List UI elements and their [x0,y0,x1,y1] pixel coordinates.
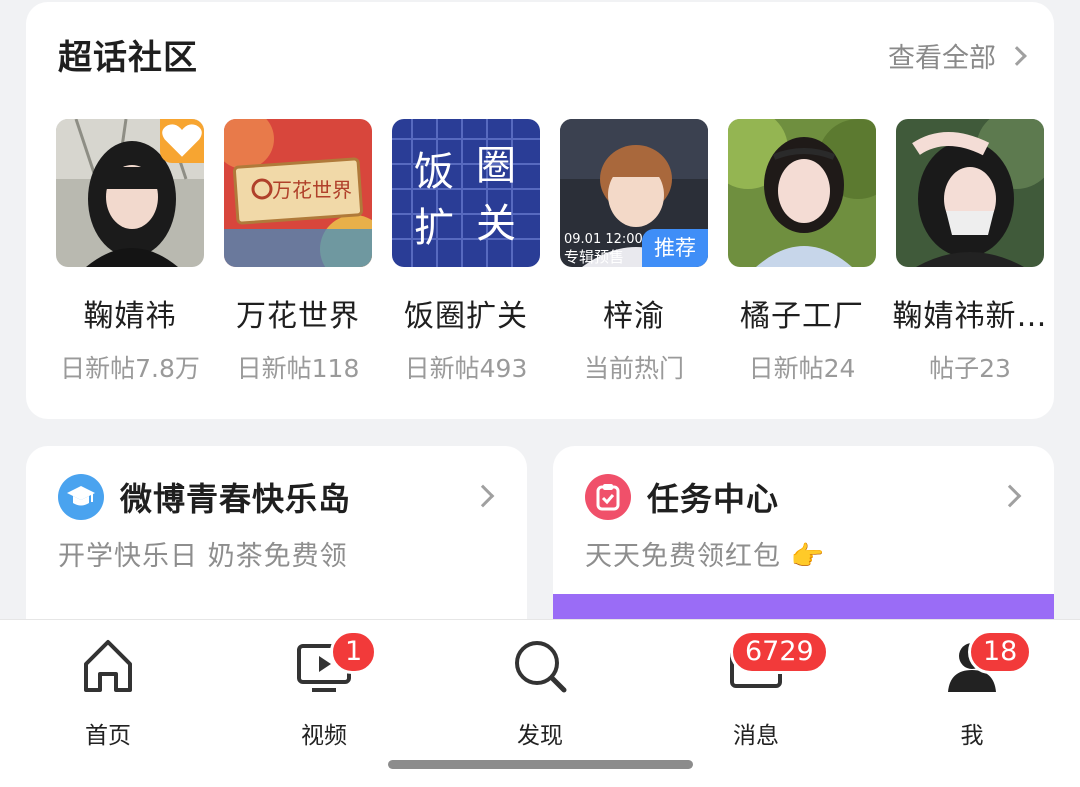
weibo-discover-page: 超话社区 查看全部 鞠婧祎 日新帖7.8万 万花世界 万花世界 日新帖118 饭… [0,0,1080,787]
chevron-right-icon [998,484,1022,508]
heart-badge-icon [160,119,204,163]
search-icon [515,641,567,693]
topic-meta: 日新帖493 [404,354,528,383]
topic-item[interactable]: 饭 圈 扩 关 饭圈扩关 日新帖493 [392,119,540,389]
card-title: 任务中心 [647,480,780,518]
view-all-label: 查看全部 [888,43,996,74]
thumb-char: 扩 [414,205,454,251]
topic-item[interactable]: 橘子工厂 日新帖24 [728,119,876,389]
topic-name: 万花世界 [236,299,360,334]
topic-name: 鞠婧祎新… [892,299,1048,334]
topic-thumbnail: 09.01 12:00 专辑预售 推荐 [560,119,708,267]
topic-item[interactable]: 09.01 12:00 专辑预售 推荐 梓渝 当前热门 [560,119,708,389]
super-topic-card: 超话社区 查看全部 鞠婧祎 日新帖7.8万 万花世界 万花世界 日新帖118 饭… [26,2,1054,419]
topic-thumbnail [728,119,876,267]
card-header: 任务中心 [585,474,779,520]
youth-island-card[interactable]: 微博青春快乐岛 开学快乐日 奶茶免费领 [26,446,527,646]
thumb-date: 09.01 12:00 [564,232,643,247]
tab-home[interactable]: 首页 [38,636,178,749]
card-header: 微博青春快乐岛 [58,474,351,520]
card-subtitle: 开学快乐日 奶茶免费领 [58,541,348,572]
tab-label: 视频 [301,723,347,749]
topic-item[interactable]: 鞠婧祎 日新帖7.8万 [56,119,204,389]
thumb-char: 关 [476,201,516,247]
chevron-right-icon [1007,45,1027,66]
plaid-text-image: 饭 圈 扩 关 [392,119,540,267]
task-center-card[interactable]: 任务中心 天天免费领红包 👉 [553,446,1054,646]
thumb-text: 万花世界 [272,178,352,202]
topic-meta: 日新帖118 [236,354,360,383]
view-all-link[interactable]: 查看全部 [888,36,1027,75]
topic-meta: 帖子23 [929,354,1011,383]
topic-thumbnail [56,119,204,267]
card-subtitle: 天天免费领红包 👉 [585,541,826,572]
tab-video[interactable]: 1 视频 [254,630,394,749]
topic-meta: 日新帖24 [748,354,856,383]
thumb-char: 圈 [476,143,516,189]
clipboard-check-icon [585,474,631,520]
topic-item[interactable]: 万花世界 万花世界 日新帖118 [224,119,372,389]
graduation-cap-icon [58,474,104,520]
notification-badge: 6729 [730,630,829,674]
topic-list: 鞠婧祎 日新帖7.8万 万花世界 万花世界 日新帖118 饭 圈 扩 关 饭圈扩… [56,119,1054,399]
home-indicator[interactable] [388,760,693,769]
topic-name: 鞠婧祎 [83,299,177,334]
tab-me[interactable]: 18 我 [902,630,1042,749]
topic-name: 橘子工厂 [740,299,864,334]
topic-thumbnail: 饭 圈 扩 关 [392,119,540,267]
topic-thumbnail: 万花世界 [224,119,372,267]
topic-item[interactable]: 鞠婧祎新… 帖子23 [893,119,1047,389]
notification-badge: 1 [330,630,378,674]
tab-label: 消息 [733,723,779,749]
portrait-image [896,119,1044,267]
topic-meta: 日新帖7.8万 [60,354,200,383]
tab-messages[interactable]: 6729 消息 [686,630,829,749]
home-icon [84,640,132,692]
recommend-badge: 推荐 [642,229,708,267]
topic-thumbnail [896,119,1044,267]
card-title: 微博青春快乐岛 [120,480,352,518]
topic-name: 梓渝 [603,299,665,334]
notification-badge: 18 [968,630,1033,674]
tab-label: 发现 [517,723,563,749]
topic-name: 饭圈扩关 [404,299,528,334]
tab-label: 首页 [85,723,131,749]
thumb-char: 饭 [414,149,454,195]
topic-meta: 当前热门 [583,354,684,383]
flower-world-image: 万花世界 [224,119,372,267]
section-title: 超话社区 [58,38,198,78]
tab-discover[interactable]: 发现 [470,636,610,749]
portrait-image [728,119,876,267]
chevron-right-icon [471,484,495,508]
tab-label: 我 [960,723,984,749]
thumb-caption: 专辑预售 [564,248,624,266]
